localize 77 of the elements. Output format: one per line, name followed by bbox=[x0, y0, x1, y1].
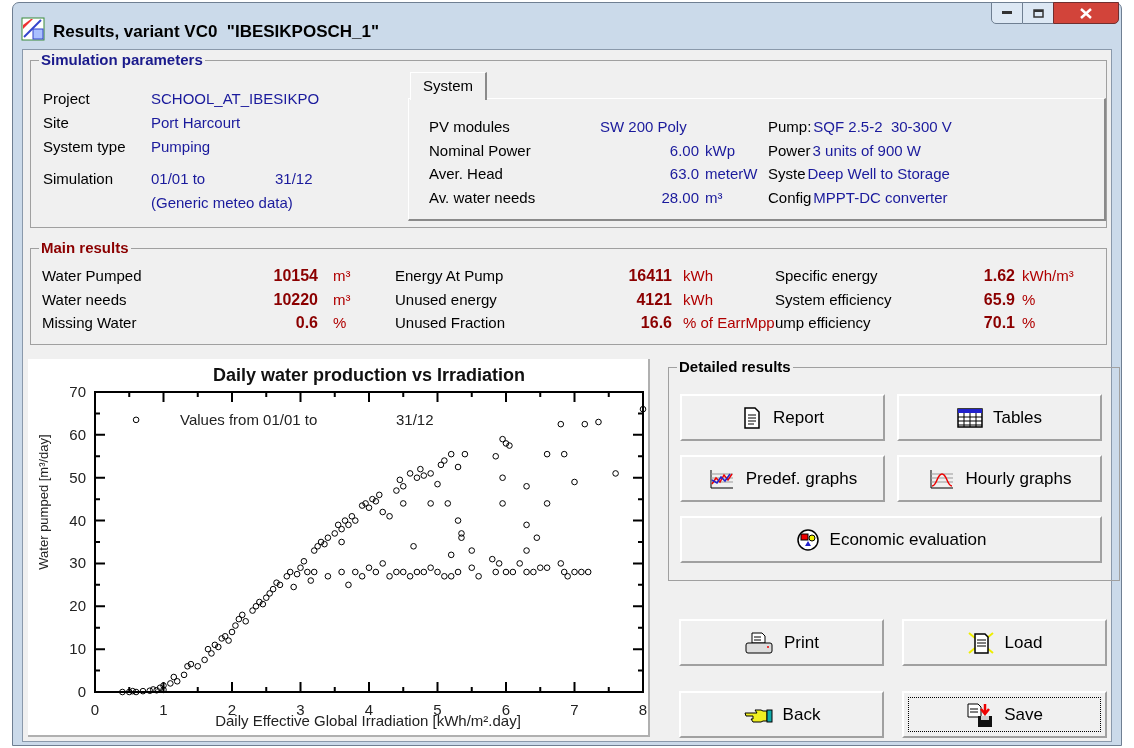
field-label: Syste bbox=[768, 164, 806, 184]
result-label: Missing Water bbox=[42, 313, 138, 333]
result-value: 10154 bbox=[272, 266, 318, 286]
field-value: SW 200 Poly bbox=[600, 117, 688, 137]
tick-label: 3 bbox=[296, 701, 305, 718]
field-value: 3 units of 900 W bbox=[812, 140, 921, 161]
unit-label: % bbox=[1022, 289, 1037, 310]
field-label: Aver. Head bbox=[429, 164, 504, 184]
tick-label: 70 bbox=[69, 383, 86, 400]
field-label: PV modules bbox=[429, 117, 511, 137]
field-value: 31/12 bbox=[275, 169, 313, 189]
unit-label: m³ bbox=[333, 289, 352, 310]
result-value: 16411 bbox=[627, 266, 672, 286]
field-value: 01/01 to bbox=[151, 169, 207, 189]
tick-label: 60 bbox=[69, 425, 86, 443]
tick-label: 10 bbox=[69, 640, 86, 658]
field-label: Simulation bbox=[43, 169, 115, 189]
tick-label: 6 bbox=[501, 701, 511, 718]
tick-label: 8 bbox=[638, 701, 648, 718]
unit-label: % bbox=[333, 313, 348, 333]
unit-label: kWh bbox=[683, 289, 714, 310]
field-value: Port Harcourt bbox=[151, 113, 242, 133]
note-text: (Generic meteo data) bbox=[151, 193, 293, 213]
unit-label: m³ bbox=[705, 187, 724, 208]
field-value: 28.00 bbox=[660, 187, 699, 208]
field-value: Pumping bbox=[151, 137, 212, 157]
result-label: Energy At Pump bbox=[395, 266, 505, 286]
unit-label: meterW bbox=[705, 164, 759, 184]
tick-label: 40 bbox=[69, 511, 86, 529]
tick-label: 30 bbox=[69, 554, 86, 572]
result-value: 4121 bbox=[635, 289, 672, 310]
tick-label: 50 bbox=[69, 468, 86, 486]
unit-label: kWp bbox=[705, 140, 736, 161]
result-label: Unused energy bbox=[395, 289, 498, 310]
tick-label: 4 bbox=[364, 701, 374, 718]
result-label: Water needs bbox=[42, 289, 128, 310]
chart-subtitle: 31/12 bbox=[396, 411, 434, 428]
result-label: ump efficiency bbox=[775, 313, 872, 333]
tick-label: 0 bbox=[77, 683, 86, 700]
field-value: Deep Well to Storage bbox=[807, 164, 950, 184]
unit-label: kWh/m³ bbox=[1022, 266, 1075, 286]
unit-label: % bbox=[1022, 313, 1037, 333]
field-label: Site bbox=[43, 113, 70, 133]
field-value: MPPT-DC converter bbox=[813, 187, 948, 208]
result-label: Specific energy bbox=[775, 266, 879, 286]
field-label: Nominal Power bbox=[429, 140, 532, 161]
tick-label: 20 bbox=[69, 597, 86, 615]
field-label: Project bbox=[43, 89, 91, 109]
unit-label: m³ bbox=[333, 266, 352, 286]
field-label: System type bbox=[43, 137, 127, 157]
result-value: 16.6 bbox=[639, 313, 672, 333]
unit-label: % of EarrMpp bbox=[683, 313, 775, 333]
group-title: Simulation parameters bbox=[39, 51, 205, 69]
axis-label: Water pumped [m³/day] bbox=[36, 434, 51, 570]
result-value: 0.6 bbox=[294, 313, 318, 333]
field-value: 63.0 bbox=[668, 164, 699, 184]
field-label: Power bbox=[768, 140, 811, 161]
field-label: Av. water needs bbox=[429, 187, 537, 208]
result-value: 70.1 bbox=[982, 313, 1015, 333]
tick-label: 1 bbox=[159, 701, 168, 718]
tick-label: 7 bbox=[570, 701, 579, 718]
field-value: SQF 2.5-2 30-300 V bbox=[813, 117, 952, 137]
result-value: 10220 bbox=[272, 289, 318, 310]
window-title: Results, variant VC0 "IBESIKPOSCH_1" bbox=[53, 21, 379, 43]
field-label: Pump: bbox=[768, 117, 812, 137]
field-value: SCHOOL_AT_IBESIKPO bbox=[151, 89, 320, 109]
tick-label: 0 bbox=[90, 701, 100, 718]
result-label: Unused Fraction bbox=[395, 313, 507, 333]
result-value: 1.62 bbox=[982, 266, 1015, 286]
result-value: 65.9 bbox=[982, 289, 1015, 310]
field-value: 6.00 bbox=[668, 140, 699, 161]
chart-subtitle: Values from 01/01 to bbox=[180, 411, 318, 428]
result-label: Water Pumped bbox=[42, 266, 143, 286]
result-label: System efficiency bbox=[775, 289, 893, 310]
unit-label: kWh bbox=[683, 266, 714, 286]
field-label: Config bbox=[768, 187, 812, 208]
chart-title: Daily water production vs Irradiation bbox=[212, 365, 526, 385]
